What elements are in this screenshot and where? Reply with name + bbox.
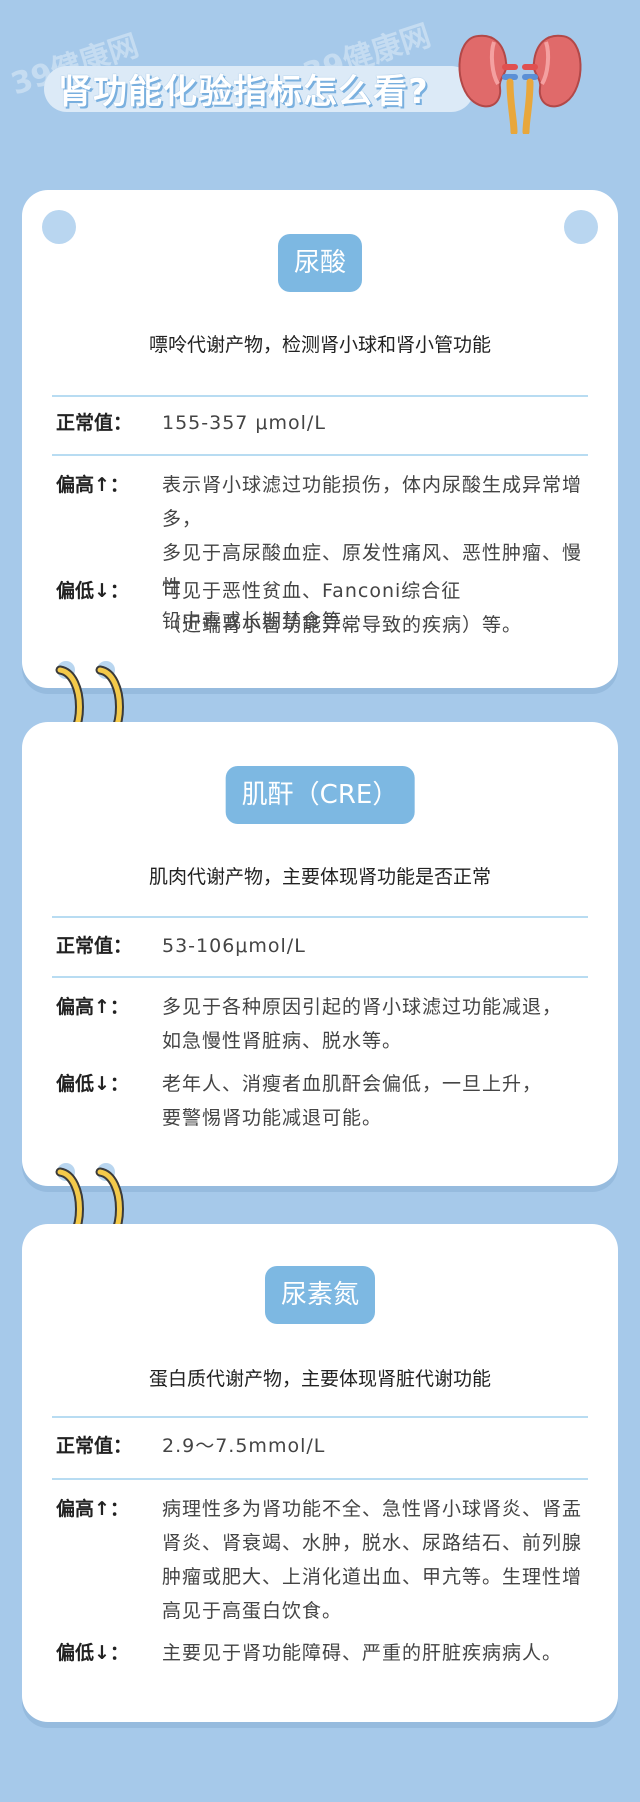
divider xyxy=(52,1478,588,1480)
text-line: 可见于恶性贫血、Fanconi综合征 xyxy=(162,580,462,602)
text-line: 高见于高蛋白饮食。 xyxy=(162,1600,343,1622)
header: 39健康网 39健康网 肾功能化验指标怎么看? xyxy=(0,0,640,150)
card-description: 嘌呤代谢产物，检测肾小球和肾小管功能 xyxy=(148,334,491,356)
low-row: 偏低↓： 可见于恶性贫血、Fanconi综合征 （近端肾小管功能异常导致的疾病）… xyxy=(56,574,598,648)
divider xyxy=(52,916,588,918)
high-row: 偏高↑： 病理性多为肾功能不全、急性肾小球肾炎、肾盂 肾炎、肾衰竭、水肿，脱水、… xyxy=(56,1492,598,1632)
card-urea-nitrogen: 尿素氮 蛋白质代谢产物，主要体现肾脏代谢功能 正常值： 2.9～7.5mmol/… xyxy=(22,1224,618,1722)
high-text: 多见于各种原因引起的肾小球滤过功能减退， 如急慢性肾脏病、脱水等。 xyxy=(162,990,598,1058)
dot-right xyxy=(564,210,598,244)
text-line: 主要见于肾功能障碍、严重的肝脏疾病病人。 xyxy=(162,1642,563,1664)
text-line: （近端肾小管功能异常导致的疾病）等。 xyxy=(162,614,523,636)
divider xyxy=(52,1416,588,1418)
divider xyxy=(52,454,588,456)
card-heading: 尿酸 xyxy=(277,234,363,292)
high-text: 病理性多为肾功能不全、急性肾小球肾炎、肾盂 肾炎、肾衰竭、水肿，脱水、尿路结石、… xyxy=(162,1492,598,1628)
low-text: 主要见于肾功能障碍、严重的肝脏疾病病人。 xyxy=(162,1636,598,1670)
card-description: 蛋白质代谢产物，主要体现肾脏代谢功能 xyxy=(148,1368,491,1390)
low-row: 偏低↓： 老年人、消瘦者血肌酐会偏低，一旦上升， 要警惕肾功能减退可能。 xyxy=(56,1067,598,1141)
high-row: 偏高↑： 表示肾小球滤过功能损伤，体内尿酸生成异常增多， 多见于高尿酸血症、原发… xyxy=(56,468,598,632)
card-heading: 尿素氮 xyxy=(264,1266,376,1324)
high-label: 偏高↑： xyxy=(56,474,129,496)
text-line: 肾炎、肾衰竭、水肿，脱水、尿路结石、前列腺 xyxy=(162,1532,583,1554)
card-description: 肌肉代谢产物，主要体现肾功能是否正常 xyxy=(148,866,491,888)
dot-left xyxy=(42,210,76,244)
kidney-icon xyxy=(458,34,582,134)
text-line: 表示肾小球滤过功能损伤，体内尿酸生成异常增多， xyxy=(162,474,583,530)
low-label: 偏低↓： xyxy=(56,580,129,602)
divider xyxy=(52,976,588,978)
normal-label: 正常值： xyxy=(56,935,133,957)
card-uric-acid: 尿酸 嘌呤代谢产物，检测肾小球和肾小管功能 正常值： 155-357 μmol/… xyxy=(22,190,618,688)
divider xyxy=(52,395,588,397)
text-line: 老年人、消瘦者血肌酐会偏低，一旦上升， xyxy=(162,1073,543,1095)
low-text: 可见于恶性贫血、Fanconi综合征 （近端肾小管功能异常导致的疾病）等。 xyxy=(162,574,598,642)
low-label: 偏低↓： xyxy=(56,1642,129,1664)
card-creatinine: 肌酐（CRE） 肌肉代谢产物，主要体现肾功能是否正常 正常值： 53-106μm… xyxy=(22,722,618,1186)
normal-value: 155-357 μmol/L xyxy=(162,412,326,434)
high-label: 偏高↑： xyxy=(56,1498,129,1520)
text-line: 要警惕肾功能减退可能。 xyxy=(162,1107,383,1129)
low-label: 偏低↓： xyxy=(56,1073,129,1095)
normal-value: 2.9～7.5mmol/L xyxy=(162,1435,326,1457)
normal-label: 正常值： xyxy=(56,412,133,434)
text-line: 病理性多为肾功能不全、急性肾小球肾炎、肾盂 xyxy=(162,1498,583,1520)
normal-value: 53-106μmol/L xyxy=(162,935,306,957)
card-heading: 肌酐（CRE） xyxy=(225,766,415,824)
text-line: 如急慢性肾脏病、脱水等。 xyxy=(162,1030,403,1052)
high-row: 偏高↑： 多见于各种原因引起的肾小球滤过功能减退， 如急慢性肾脏病、脱水等。 xyxy=(56,990,598,1064)
normal-label: 正常值： xyxy=(56,1435,133,1457)
text-line: 肿瘤或肥大、上消化道出血、甲亢等。生理性增 xyxy=(162,1566,583,1588)
high-label: 偏高↑： xyxy=(56,996,129,1018)
text-line: 多见于各种原因引起的肾小球滤过功能减退， xyxy=(162,996,563,1018)
low-text: 老年人、消瘦者血肌酐会偏低，一旦上升， 要警惕肾功能减退可能。 xyxy=(162,1067,598,1135)
page-title: 肾功能化验指标怎么看? xyxy=(58,72,429,112)
